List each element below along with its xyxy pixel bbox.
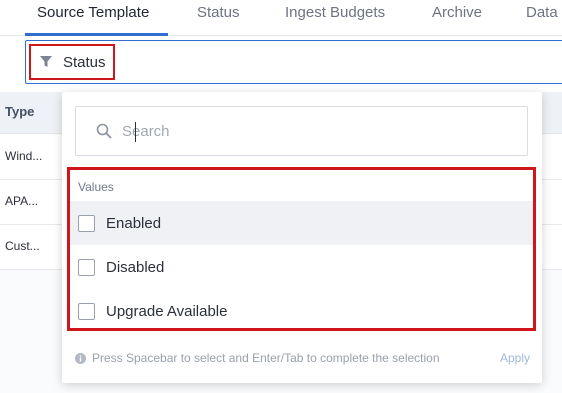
option-label: Enabled [106, 214, 162, 232]
active-tab-indicator [25, 33, 168, 36]
values-heading: Values [78, 180, 114, 194]
table-cell-type: APA... [5, 194, 39, 208]
search-box[interactable] [75, 106, 528, 156]
upgrade-available-checkbox[interactable] [78, 302, 95, 320]
tab-ingest-budgets[interactable]: Ingest Budgets [285, 4, 385, 21]
tab-status[interactable]: Status [197, 4, 240, 21]
tab-archive[interactable]: Archive [432, 4, 482, 21]
dropdown-footer: Press Spacebar to select and Enter/Tab t… [75, 348, 530, 368]
option-enabled[interactable]: Enabled [70, 201, 533, 245]
option-upgrade-available[interactable]: Upgrade Available [70, 289, 533, 333]
enabled-checkbox[interactable] [78, 214, 95, 232]
search-icon [96, 123, 112, 139]
tab-data[interactable]: Data [526, 4, 558, 21]
values-list: Values Enabled Disabled Upgrade Availabl… [67, 167, 536, 331]
filter-bar[interactable]: Status [25, 40, 562, 84]
keyboard-hint: Press Spacebar to select and Enter/Tab t… [92, 351, 440, 365]
filter-icon [40, 56, 52, 67]
disabled-checkbox[interactable] [78, 258, 95, 276]
option-label: Upgrade Available [106, 302, 228, 320]
status-filter-chip[interactable]: Status [29, 44, 115, 80]
table-cell-type: Cust... [5, 239, 40, 253]
option-label: Disabled [106, 258, 165, 276]
tab-source-template[interactable]: Source Template [37, 4, 149, 21]
table-cell-type: Wind... [5, 149, 43, 163]
filter-chip-label: Status [63, 53, 106, 71]
option-disabled[interactable]: Disabled [70, 245, 533, 289]
search-input[interactable] [122, 122, 502, 140]
apply-button[interactable]: Apply [500, 351, 530, 365]
text-cursor [135, 122, 136, 142]
tab-bar: Source Template Status Ingest Budgets Ar… [0, 0, 562, 36]
info-icon [75, 352, 86, 364]
status-filter-dropdown: Values Enabled Disabled Upgrade Availabl… [62, 92, 542, 383]
column-header-type[interactable]: Type [5, 104, 34, 119]
